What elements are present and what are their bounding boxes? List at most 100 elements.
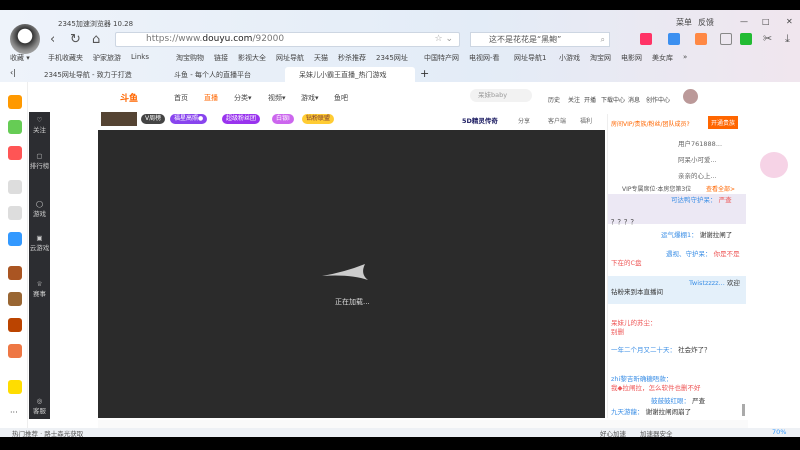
streamer-thumbnail[interactable] bbox=[101, 112, 137, 126]
bookmark-item[interactable]: 淘宝网 bbox=[590, 53, 611, 63]
messages-link[interactable]: 消息 bbox=[628, 95, 640, 104]
nav-fishbar[interactable]: 鱼吧 bbox=[334, 93, 348, 103]
share-button[interactable]: 分享 bbox=[518, 116, 530, 125]
search-icon[interactable]: ⌕ bbox=[601, 33, 605, 46]
feedback-button[interactable]: 反馈 bbox=[698, 17, 714, 28]
chip-silver[interactable]: 白银Ⅰ bbox=[272, 114, 294, 124]
vip-user[interactable]: 阿呆小可爱... bbox=[678, 154, 717, 164]
refresh-button[interactable]: ↻ bbox=[70, 32, 81, 47]
bookmark-item[interactable]: 小游戏 bbox=[559, 53, 580, 63]
favorites-app-icon[interactable] bbox=[8, 95, 22, 109]
game-app-icon[interactable] bbox=[8, 344, 22, 358]
bookmark-item[interactable]: 手机收藏夹 bbox=[48, 53, 83, 63]
accelerate-status[interactable]: 好心加速 bbox=[600, 428, 626, 438]
maximize-button[interactable]: □ bbox=[762, 17, 770, 26]
bookmark-item[interactable]: 美女库 bbox=[652, 53, 673, 63]
sidebar-rank[interactable]: ▢ 排行榜 bbox=[29, 152, 50, 170]
minimize-button[interactable]: — bbox=[740, 17, 748, 26]
bookmark-item[interactable]: 中国特产网 bbox=[424, 53, 459, 63]
tab-scroll-left[interactable]: ‹| bbox=[10, 68, 16, 77]
game-app-icon[interactable] bbox=[8, 266, 22, 280]
tab[interactable]: 2345网址导航 - 致力于打造 bbox=[30, 67, 140, 83]
see-all-link[interactable]: 查看全部> bbox=[706, 184, 735, 193]
sidebar-support[interactable]: ◎ 客服 bbox=[29, 397, 50, 415]
bookmark-item[interactable]: 电影网 bbox=[621, 53, 642, 63]
bookmark-item[interactable]: 网址导航1 bbox=[514, 53, 546, 63]
zoom-level[interactable]: 70% bbox=[772, 428, 786, 436]
security-status[interactable]: 加速器安全 bbox=[640, 428, 673, 438]
chip-weekly-rank[interactable]: V周榜 bbox=[141, 114, 166, 124]
bookmark-item[interactable]: 驴家旅游 bbox=[93, 53, 121, 63]
vip-user[interactable]: 亲亲的心上... bbox=[678, 170, 717, 180]
search-box[interactable]: 这不是花花是“黑鲍” ⌕ bbox=[470, 32, 610, 47]
client-button[interactable]: 客户端 bbox=[548, 116, 566, 125]
app-icon[interactable] bbox=[8, 232, 22, 246]
nav-video[interactable]: 视频▾ bbox=[268, 93, 286, 103]
bookmark-item[interactable]: Links bbox=[131, 53, 149, 61]
vip-user[interactable]: 用户761888... bbox=[678, 138, 722, 148]
nav-home[interactable]: 首页 bbox=[174, 93, 188, 103]
apps-icon[interactable] bbox=[720, 33, 732, 45]
sidebar-games[interactable]: ◯ 游戏 bbox=[29, 200, 50, 218]
creator-center-link[interactable]: 创作中心 bbox=[646, 95, 670, 104]
game-app-icon[interactable] bbox=[8, 318, 22, 332]
back-button[interactable]: ‹ bbox=[50, 32, 55, 47]
chat-scrollbar[interactable] bbox=[742, 404, 745, 416]
bookmark-item[interactable]: 电视网-看 bbox=[469, 53, 500, 63]
hot-recommend[interactable]: 热门推荐 · 路士森光获取 bbox=[12, 428, 83, 438]
welfare-button[interactable]: 福利 bbox=[580, 116, 592, 125]
chip-super-fans[interactable]: 超级粉丝团 bbox=[222, 114, 261, 124]
bookmark-item[interactable]: 2345网址 bbox=[376, 53, 408, 63]
vip-seats-text: VIP专属席位·本房您第3位 bbox=[622, 186, 692, 193]
tab[interactable]: 斗鱼 - 每个人的直播平台 bbox=[160, 67, 270, 83]
download-center-link[interactable]: 下载中心 bbox=[601, 95, 625, 104]
tab-active[interactable]: 呆妹儿小霸王直播_热门游戏 bbox=[285, 67, 415, 83]
clock-app-icon[interactable] bbox=[8, 120, 22, 134]
nav-category[interactable]: 分类▾ bbox=[234, 93, 252, 103]
start-live-link[interactable]: 开播 bbox=[584, 95, 596, 104]
bookmark-item[interactable]: 网址导航 bbox=[276, 53, 304, 63]
game-app-icon[interactable] bbox=[8, 292, 22, 306]
history-link[interactable]: 历史 bbox=[548, 95, 560, 104]
bookmark-item[interactable]: 秒杀推荐 bbox=[338, 53, 366, 63]
toolbar-icon-3[interactable] bbox=[695, 33, 707, 45]
download-icon[interactable]: ⤓ bbox=[785, 32, 790, 46]
chip-diamond-fans[interactable]: 钻粉联盟 bbox=[302, 114, 335, 124]
gift-bar[interactable] bbox=[98, 420, 748, 428]
bookmark-item[interactable]: 天猫 bbox=[314, 53, 328, 63]
bookmark-item[interactable]: 收藏 ▾ bbox=[10, 53, 30, 63]
app-icon[interactable] bbox=[8, 380, 22, 394]
sidebar-events[interactable]: ♕ 赛事 bbox=[29, 280, 50, 298]
app-icon[interactable] bbox=[8, 180, 22, 194]
bookmark-item[interactable]: 链接 bbox=[214, 53, 228, 63]
nav-games[interactable]: 游戏▾ bbox=[301, 93, 319, 103]
new-tab-button[interactable]: + bbox=[420, 67, 429, 80]
toolbar-icon-1[interactable] bbox=[640, 33, 652, 45]
home-button[interactable]: ⌂ bbox=[92, 32, 100, 47]
user-avatar[interactable] bbox=[683, 89, 698, 104]
menu-button[interactable]: 菜单 bbox=[676, 17, 692, 28]
address-bar[interactable]: https://www.douyu.com/92000 ☆ ⌄ bbox=[115, 32, 460, 47]
new-icon[interactable] bbox=[740, 33, 752, 45]
site-search-input[interactable]: 呆妹baby bbox=[470, 89, 532, 102]
bookmark-item[interactable]: 影视大全 bbox=[238, 53, 266, 63]
follow-link[interactable]: 关注 bbox=[568, 95, 580, 104]
sidebar-follow[interactable]: ♡ 关注 bbox=[29, 116, 50, 134]
star-icon[interactable]: ☆ ⌄ bbox=[435, 33, 453, 46]
chip-lucky-star[interactable]: 福星高照● bbox=[170, 114, 208, 124]
sidebar-cloud-games[interactable]: ▣ 云游戏 bbox=[29, 234, 50, 252]
sponsor-banner[interactable]: 5D精灵传奇 bbox=[462, 115, 498, 125]
open-noble-button[interactable]: 开通贵族 bbox=[708, 116, 739, 129]
toolbar-icon-2[interactable] bbox=[668, 33, 680, 45]
more-icon[interactable]: ··· bbox=[10, 408, 18, 417]
chat-message: 九天游龍： 谢谢拉闸闹崩了 bbox=[611, 408, 692, 416]
douyu-logo[interactable]: 斗鱼 bbox=[120, 91, 138, 104]
calendar-app-icon[interactable] bbox=[8, 146, 22, 160]
video-player[interactable]: 正在加载... bbox=[98, 130, 605, 418]
cut-icon[interactable]: ✂ bbox=[763, 32, 772, 45]
bookmark-item[interactable]: 淘宝购物 bbox=[176, 53, 204, 63]
close-button[interactable]: ✕ bbox=[786, 17, 793, 26]
bookmark-item[interactable]: » bbox=[683, 53, 687, 61]
app-icon[interactable] bbox=[8, 206, 22, 220]
nav-live[interactable]: 直播 bbox=[204, 93, 218, 103]
